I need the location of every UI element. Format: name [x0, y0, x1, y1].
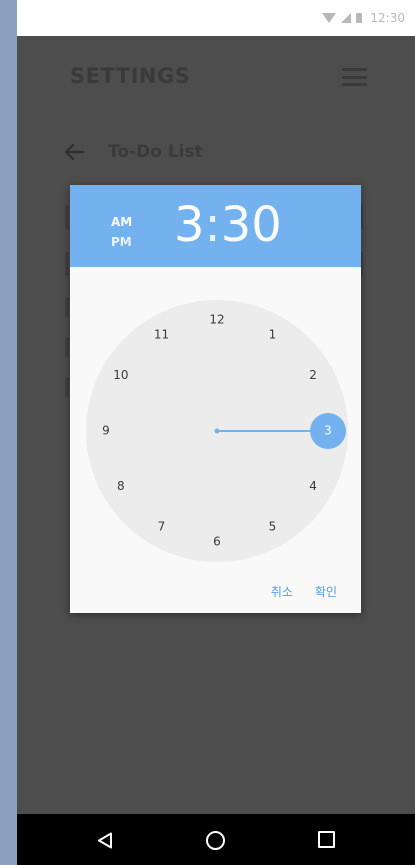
nav-back-icon[interactable]	[97, 832, 113, 849]
background-list-edge	[65, 337, 69, 357]
status-bar: 12:30	[17, 0, 415, 36]
clock-number-3[interactable]: 3	[324, 424, 332, 438]
clock-number-6[interactable]: 6	[213, 535, 221, 549]
confirm-button[interactable]: 확인	[315, 583, 337, 600]
am-pm-selector: AM PM	[111, 212, 132, 252]
time-picker-header: AM PM 3:30	[70, 185, 361, 267]
clock-number-2[interactable]: 2	[309, 368, 317, 382]
clock-face[interactable]: 12 1 2 3 4 5 6 7 8 9 10 11	[86, 300, 348, 562]
cancel-button[interactable]: 취소	[271, 583, 293, 600]
clock-dial[interactable]: 121234567891011	[86, 300, 348, 562]
clock-number-4[interactable]: 4	[309, 479, 317, 493]
battery-icon	[356, 13, 363, 23]
clock-number-10[interactable]: 10	[113, 368, 128, 382]
hour-display[interactable]: 3	[174, 197, 205, 253]
nav-recent-icon[interactable]	[318, 831, 335, 848]
menu-icon[interactable]	[342, 68, 367, 86]
clock-number-7[interactable]: 7	[158, 520, 166, 534]
page-title: SETTINGS	[70, 64, 191, 88]
pm-toggle[interactable]: PM	[111, 232, 132, 252]
clock-number-12[interactable]: 12	[209, 313, 224, 327]
section-title: To-Do List	[108, 142, 203, 162]
clock-number-1[interactable]: 1	[269, 327, 277, 341]
background-list-edge	[65, 205, 69, 229]
minute-display[interactable]: 30	[221, 197, 282, 253]
time-picker-dialog: AM PM 3:30 12 1 2 3 4 5 6 7 8 9 10 11 취소 확인	[70, 185, 361, 613]
clock-number-5[interactable]: 5	[269, 520, 277, 534]
status-icons: 12:30	[322, 11, 405, 25]
nav-home-icon[interactable]	[206, 831, 225, 850]
time-display: 3:30	[174, 197, 282, 253]
back-arrow-icon[interactable]	[63, 142, 85, 162]
phone-screen: 12:30 SETTINGS To-Do List AM PM 3:30 12 1…	[17, 0, 415, 865]
time-separator: :	[204, 197, 221, 253]
background-list-edge	[65, 297, 69, 317]
clock-number-11[interactable]: 11	[154, 327, 169, 341]
background-list-edge	[65, 377, 69, 397]
clock-number-9[interactable]: 9	[102, 424, 110, 438]
am-toggle[interactable]: AM	[111, 212, 132, 232]
signal-icon	[341, 13, 352, 23]
clock-center-dot	[214, 428, 220, 434]
clock-number-8[interactable]: 8	[117, 479, 125, 493]
status-time: 12:30	[370, 11, 405, 25]
wifi-icon	[322, 13, 337, 23]
background-list-edge	[65, 252, 69, 276]
dialog-actions: 취소 확인	[271, 583, 337, 600]
navigation-bar	[17, 814, 415, 865]
